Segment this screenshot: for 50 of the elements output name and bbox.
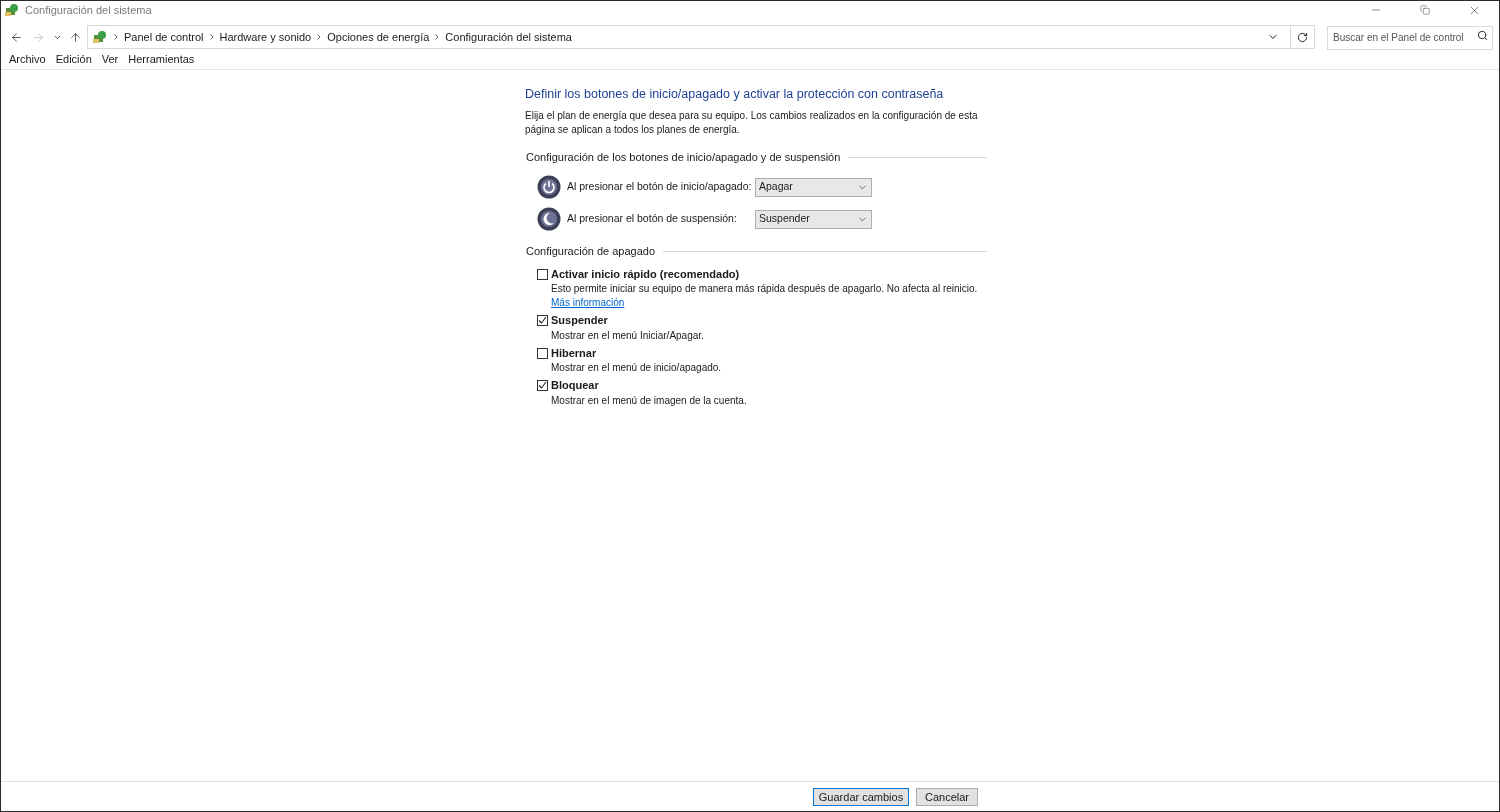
intro-text: Elija el plan de energía que desea para su equipo. Los cambios realizados en la configuración de esta página se aplican a todos los planes de energía. <box>525 108 979 137</box>
option-description: Mostrar en el menú Iniciar/Apagar. <box>550 328 705 343</box>
search-field[interactable]: Buscar en el Panel de control <box>1327 25 1493 50</box>
more-info-link[interactable]: Más información <box>551 297 625 309</box>
control-panel-icon <box>4 2 20 18</box>
up-arrow-icon <box>68 30 82 44</box>
breadcrumb[interactable]: Opciones de energía <box>327 28 430 46</box>
forward-arrow-icon <box>31 30 45 44</box>
restore-icon <box>1420 5 1430 15</box>
chevron-right-icon <box>435 34 440 40</box>
action-dropdown[interactable]: Apagar <box>755 177 872 197</box>
breadcrumb[interactable]: Panel de control <box>124 28 204 46</box>
menu-item[interactable]: Ver <box>96 51 124 68</box>
chevron-right-icon <box>209 34 214 40</box>
checkmark-icon <box>538 316 547 325</box>
moon-icon <box>537 207 561 232</box>
footer-button[interactable]: Cancelar <box>916 787 978 806</box>
window-title: Configuración del sistema <box>25 2 152 18</box>
chevron-right-icon <box>317 34 322 40</box>
checkbox[interactable] <box>537 380 548 391</box>
address-bar[interactable]: Panel de control Hardware y sonido Opciones de energía Configuración del sistema <box>87 25 1315 49</box>
menu-item[interactable]: Herramientas <box>123 51 200 68</box>
breadcrumb[interactable]: Configuración del sistema <box>445 28 572 46</box>
option-label[interactable]: Activar inicio rápido (recomendado) <box>551 265 740 283</box>
section-title: Configuración de apagado <box>525 244 656 260</box>
checkbox[interactable] <box>537 315 548 326</box>
section-title: Configuración de los botones de inicio/apagado y de suspensión <box>525 149 841 165</box>
option-label[interactable]: Bloquear <box>551 377 599 394</box>
control-panel-icon <box>92 29 108 45</box>
back-arrow-icon <box>9 30 23 44</box>
menu-item[interactable]: Archivo <box>4 51 51 68</box>
checkbox[interactable] <box>537 347 548 359</box>
option-description: Mostrar en el menú de inicio/apagado. <box>550 361 723 376</box>
checkbox[interactable] <box>537 268 548 280</box>
setting-label: Al presionar el botón de suspensión: <box>567 211 738 227</box>
option-label[interactable]: Suspender <box>551 312 608 329</box>
checkmark-icon <box>538 381 547 390</box>
option-description: Esto permite iniciar su equipo de manera más rápida después de apagarlo. No afecta al reinicio. Más información <box>550 282 979 311</box>
menu-item[interactable]: Edición <box>50 51 97 68</box>
power-icon <box>537 175 561 200</box>
page-heading: Definir los botones de inicio/apagado y activar la protección con contraseña <box>525 86 945 103</box>
footer-button[interactable]: Guardar cambios <box>813 787 909 806</box>
refresh-icon <box>1297 31 1308 43</box>
action-dropdown[interactable]: Suspender <box>755 209 872 229</box>
chevron-right-icon <box>114 34 118 40</box>
breadcrumb[interactable]: Hardware y sonido <box>219 28 312 46</box>
option-label[interactable]: Hibernar <box>551 344 597 362</box>
option-description: Mostrar en el menú de imagen de la cuenta. <box>550 393 748 408</box>
setting-label: Al presionar el botón de inicio/apagado: <box>567 179 749 195</box>
search-icon <box>1477 30 1488 42</box>
